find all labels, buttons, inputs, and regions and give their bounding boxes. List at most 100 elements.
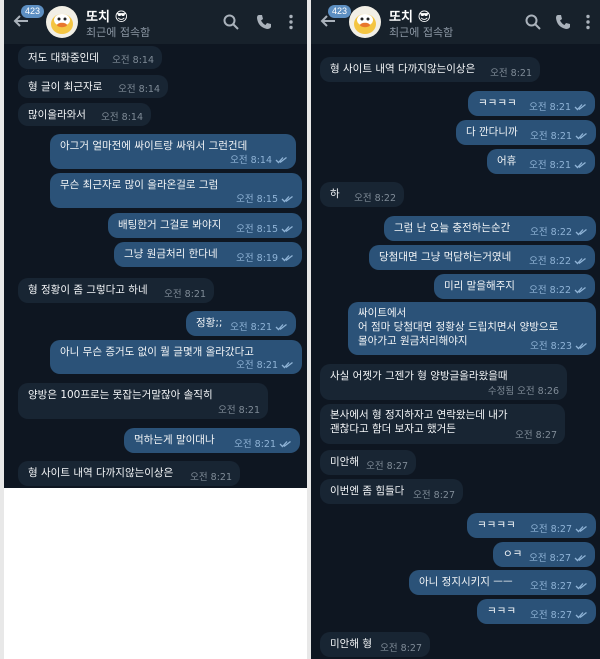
- message-time: 오전 8:19: [236, 253, 294, 264]
- message-text: 무슨 최근자로 많이 올라온걸로 그럼: [60, 179, 219, 191]
- message-time: 오전 8:27: [530, 610, 588, 621]
- message-text: 아니 무슨 증거도 없이 뭘 글몇개 올라갔다고: [60, 346, 254, 358]
- message-time: 오전 8:23: [530, 341, 588, 352]
- message-incoming[interactable]: 양방은 100프로는 못잡는거말잖아 솔직히 오전 8:21: [18, 383, 268, 419]
- message-time: 오전 8:15: [236, 194, 294, 205]
- message-text: ㅇㅋ: [503, 548, 523, 560]
- message-outgoing[interactable]: 배팅한거 그걸로 봐야지 오전 8:15: [108, 213, 302, 238]
- message-incoming[interactable]: 이번엔 좀 힘들다 오전 8:27: [320, 479, 463, 504]
- blank-area: [4, 488, 307, 659]
- more-vertical-icon[interactable]: [579, 13, 597, 31]
- message-text: 아그거 얼마전에 싸이트랑 싸워서 그런건데: [60, 140, 248, 152]
- double-check-icon: [574, 103, 586, 111]
- double-check-icon: [275, 156, 287, 164]
- phone-icon[interactable]: [554, 13, 572, 31]
- message-text: ㅋㅋㅋㅋ: [478, 97, 517, 109]
- message-incoming[interactable]: 형 사이트 내역 다까지않는이상은 오전 8:21: [18, 461, 240, 486]
- message-time: 수정됨 오전 8:26: [487, 386, 559, 397]
- message-incoming[interactable]: 하 오전 8:22: [320, 182, 404, 207]
- unread-badge: 423: [21, 5, 45, 18]
- message-incoming[interactable]: 본사에서 형 정지하자고 연락왔는데 내가 괜찮다고 함더 보자고 했거든 오전…: [320, 404, 565, 444]
- message-text: 먹하는게 말이대나: [134, 434, 215, 446]
- message-text: 정황;;: [196, 317, 223, 329]
- message-line: 본사에서 형 정지하자고 연락왔는데 내가: [330, 409, 508, 421]
- message-time: 오전 8:15: [236, 224, 294, 235]
- search-icon[interactable]: [524, 13, 542, 31]
- chat-panel-right: 423 또치 😎 최근에 접속함 형 사이트 내역 다까지않는이상은 오전 8:…: [311, 0, 600, 659]
- message-outgoing[interactable]: 그럼 난 오늘 충전하는순간 오전 8:22: [384, 216, 596, 241]
- message-text: 싸이트에서 어 점마 당첨대면 정황상 드립치면서 양방으로 몰아가고 원금처리…: [358, 306, 558, 348]
- message-outgoing[interactable]: ㅋㅋㅋㅋ 오전 8:21: [468, 91, 595, 116]
- chat-header: 423 또치 😎 최근에 접속함: [311, 0, 600, 44]
- avatar[interactable]: [349, 6, 381, 38]
- message-text: 형 정황이 좀 그렇다고 하네: [28, 284, 148, 296]
- message-outgoing[interactable]: 다 깐다니까 오전 8:21: [456, 120, 596, 145]
- avatar[interactable]: [46, 6, 78, 38]
- message-time: 오전 8:21: [164, 289, 206, 300]
- message-outgoing[interactable]: 아그거 얼마전에 싸이트랑 싸워서 그런건데 오전 8:14: [50, 134, 296, 169]
- chat-header: 423 또치 😎 최근에 접속함: [4, 0, 307, 44]
- message-outgoing[interactable]: 그냥 원금처리 한다네 오전 8:19: [114, 242, 302, 267]
- message-time: 오전 8:21: [230, 322, 288, 333]
- message-text: 많이올라와서: [28, 109, 86, 121]
- message-incoming[interactable]: 많이올라와서 오전 8:14: [18, 103, 151, 126]
- message-incoming[interactable]: 형 사이트 내역 다까지않는이상은 오전 8:21: [320, 57, 540, 82]
- message-line: 몰아가고 원금처리해야지: [358, 335, 468, 347]
- double-check-icon: [575, 582, 587, 590]
- message-outgoing[interactable]: ㅋㅋㅋ 오전 8:27: [477, 599, 596, 624]
- chat-title: 또치 😎: [389, 10, 431, 25]
- message-text: 다 깐다니까: [466, 126, 518, 138]
- message-time: 오전 8:27: [530, 581, 588, 592]
- message-outgoing[interactable]: ㅋㅋㅋㅋ 오전 8:27: [467, 513, 596, 538]
- message-incoming[interactable]: 형 정황이 좀 그렇다고 하네 오전 8:21: [18, 278, 214, 303]
- double-check-icon: [281, 254, 293, 262]
- message-outgoing[interactable]: 먹하는게 말이대나 오전 8:21: [124, 428, 300, 453]
- message-text: 하: [330, 188, 340, 200]
- message-text: 사실 어젯가 그젠가 형 양방글올라왔을때: [330, 370, 508, 382]
- double-check-icon: [575, 611, 587, 619]
- chat-status: 최근에 접속함: [86, 26, 151, 39]
- message-incoming[interactable]: 미안해 형 오전 8:27: [320, 632, 430, 657]
- message-text: 형 글이 최근자로: [28, 81, 103, 93]
- message-outgoing[interactable]: 당첨대면 그냥 먹담하는거였네 오전 8:22: [369, 245, 595, 270]
- search-icon[interactable]: [222, 13, 240, 31]
- message-time: 오전 8:27: [413, 490, 455, 501]
- message-time: 오전 8:22: [530, 227, 588, 238]
- message-time: 오전 8:21: [190, 472, 232, 483]
- message-text: 미안해 형: [330, 638, 372, 650]
- double-check-icon: [275, 323, 287, 331]
- chat-status: 최근에 접속함: [389, 26, 454, 39]
- message-text: ㅋㅋㅋ: [487, 605, 516, 617]
- message-outgoing[interactable]: 무슨 최근자로 많이 올라온걸로 그럼 오전 8:15: [50, 173, 302, 208]
- message-outgoing[interactable]: 아니 정지시키지 ㅡㅡ 오전 8:27: [409, 570, 596, 595]
- message-time: 오전 8:21: [529, 102, 587, 113]
- message-time: 오전 8:22: [354, 193, 396, 204]
- double-check-icon: [574, 286, 586, 294]
- message-outgoing[interactable]: 어휴 오전 8:21: [487, 149, 595, 174]
- message-incoming[interactable]: 저도 대화중인데 오전 8:14: [18, 46, 162, 69]
- message-incoming[interactable]: 형 글이 최근자로 오전 8:14: [18, 75, 168, 98]
- phone-icon[interactable]: [255, 13, 273, 31]
- message-text: 배팅한거 그걸로 봐야지: [118, 219, 222, 231]
- message-outgoing[interactable]: 싸이트에서 어 점마 당첨대면 정황상 드립치면서 양방으로 몰아가고 원금처리…: [348, 302, 596, 355]
- double-check-icon: [575, 525, 587, 533]
- message-text: 아니 정지시키지 ㅡㅡ: [419, 576, 513, 588]
- message-outgoing[interactable]: ㅇㅋ 오전 8:27: [493, 542, 595, 567]
- double-check-icon: [575, 228, 587, 236]
- more-vertical-icon[interactable]: [282, 13, 300, 31]
- message-time: 오전 8:21: [234, 439, 292, 450]
- double-check-icon: [281, 195, 293, 203]
- message-text: 저도 대화중인데: [28, 52, 99, 64]
- message-incoming[interactable]: 사실 어젯가 그젠가 형 양방글올라왔을때 수정됨 오전 8:26: [320, 364, 567, 400]
- chat-title: 또치 😎: [86, 10, 128, 25]
- message-outgoing[interactable]: 정황;; 오전 8:21: [186, 311, 296, 336]
- double-check-icon: [574, 257, 586, 265]
- message-time: 오전 8:27: [529, 553, 587, 564]
- message-time: 오전 8:27: [515, 430, 557, 441]
- double-check-icon: [279, 440, 291, 448]
- message-time: 오전 8:14: [112, 55, 154, 66]
- message-outgoing[interactable]: 미리 말을해주지 오전 8:22: [434, 274, 595, 299]
- message-outgoing[interactable]: 아니 무슨 증거도 없이 뭘 글몇개 올라갔다고 오전 8:21: [50, 340, 302, 374]
- message-incoming[interactable]: 미안해 오전 8:27: [320, 450, 416, 475]
- message-text: 이번엔 좀 힘들다: [330, 485, 405, 497]
